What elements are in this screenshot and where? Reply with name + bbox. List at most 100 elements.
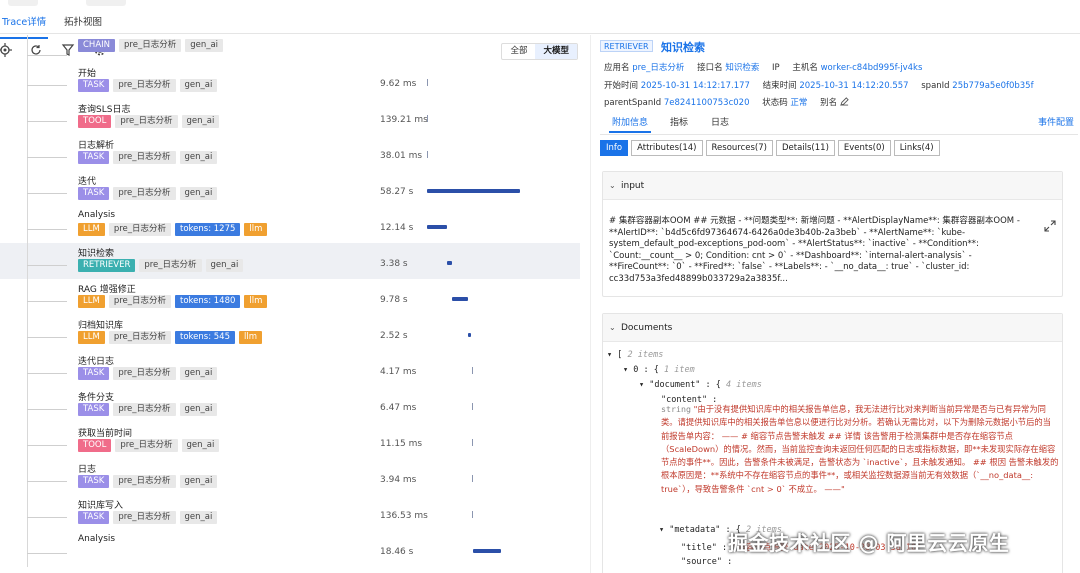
pill-links[interactable]: Links(4) [893,140,940,156]
span-row[interactable]: 获取当前时间 TOOL pre_日志分析 gen_ai 11.15 ms [0,423,580,459]
scroll-remnant [8,0,38,6]
span-row[interactable]: Analysis 18.46 s [0,531,580,567]
span-row[interactable]: 查询SLS日志 TOOL pre_日志分析 gen_ai 139.21 ms [0,99,580,135]
token-count-tag: tokens: 545 [175,331,235,344]
span-kind-tag: TASK [78,511,110,524]
expand-icon[interactable] [1044,220,1056,232]
span-row[interactable]: 条件分支 TASK pre_日志分析 gen_ai 6.47 ms [0,387,580,423]
span-tags: LLM pre_日志分析 tokens: 1480 llm [78,295,268,308]
span-attr-tag: gen_ai [179,511,218,524]
tree-branch-line [27,445,67,446]
timeline-tick [472,511,473,518]
timeline-tick [427,151,428,158]
span-kind-tag: TASK [78,475,110,488]
span-name: 条件分支 [78,393,115,403]
span-attr-tag: gen_ai [179,79,218,92]
span-kind-tag: TASK [78,151,110,164]
top-tab-bar: Trace详情 拓扑视图 [0,0,1080,39]
span-attr-tag: pre_日志分析 [119,39,182,52]
span-tags: RETRIEVER pre_日志分析 gen_ai [78,259,244,272]
span-duration: 38.01 ms [380,151,423,161]
pill-attributes[interactable]: Attributes(14) [631,140,703,156]
span-tags: TASK pre_日志分析 gen_ai [78,511,218,524]
timeline-tick [472,439,473,446]
span-row[interactable]: 迭代日志 TASK pre_日志分析 gen_ai 4.17 ms [0,351,580,387]
tree-guide-line [27,495,28,531]
chevron-down-icon: ⌄ [609,323,616,332]
span-name: 开始 [78,69,97,79]
span-duration: 3.94 ms [380,475,417,485]
span-row[interactable]: 日志解析 TASK pre_日志分析 gen_ai 38.01 ms [0,135,580,171]
span-duration: 12.14 s [380,223,414,233]
parent-span-id[interactable]: 7e8241100753c020 [664,98,750,108]
pill-details[interactable]: Details(11) [775,140,835,156]
host-name[interactable]: worker-c84bd995f-jv4ks [821,63,923,73]
json-source-line: "source" : [681,557,733,567]
span-row[interactable]: 开始 TASK pre_日志分析 gen_ai 9.62 ms [0,63,580,99]
span-row[interactable]: RAG 增强修正 LLM pre_日志分析 tokens: 1480 llm 9.78 s [0,279,580,315]
input-text: # 集群容器副本OOM ## 元数据 - **问题类型**: 新增问题 - **… [609,216,1020,284]
span-attr-tag: pre_日志分析 [108,295,171,308]
edit-icon[interactable] [840,97,849,106]
span-duration: 9.62 ms [380,79,417,89]
span-name: 迭代 [78,177,97,187]
span-row[interactable]: 知识库写入 TASK pre_日志分析 gen_ai 136.53 ms [0,495,580,531]
detail-subtabs: 附加信息 指标 日志 [600,115,1078,135]
json-item-line[interactable]: ▾ 0 : { 1 item [623,365,695,375]
input-panel-header[interactable]: ⌄ input [603,172,1062,200]
span-duration: 11.15 ms [380,439,423,449]
timeline-tick [427,115,428,122]
timeline-bar [472,549,502,553]
tab-topology[interactable]: 拓扑视图 [64,14,102,28]
timeline-bar [427,225,447,229]
span-row[interactable]: 知识检索 RETRIEVER pre_日志分析 gen_ai 3.38 s [0,243,580,279]
span-duration: 2.52 s [380,331,408,341]
span-row[interactable]: 日志 TASK pre_日志分析 gen_ai 3.94 ms [0,459,580,495]
span-title: 知识检索 [661,41,705,54]
app-name[interactable]: pre_日志分析 [632,63,684,73]
span-tags: TASK pre_日志分析 gen_ai [78,151,218,164]
span-duration: 18.46 s [380,547,414,557]
tree-branch-line [27,337,67,338]
subtab-metrics[interactable]: 指标 [670,115,688,128]
pill-info[interactable]: Info [600,140,629,156]
span-duration: 3.38 s [380,259,408,269]
subtab-logs[interactable]: 日志 [711,115,729,128]
span-row[interactable]: 迭代 TASK pre_日志分析 gen_ai 58.27 s [0,171,580,207]
watermark: 掘金技术社区 @ 阿里云云原生 [728,531,1010,555]
span-attr-tag: gen_ai [179,151,218,164]
span-kind-tag: LLM [78,223,105,236]
subtab-extra-info[interactable]: 附加信息 [608,115,652,133]
span-row[interactable]: 归档知识库 LLM pre_日志分析 tokens: 545 llm 2.52 s [0,315,580,351]
span-tags: TASK pre_日志分析 gen_ai [78,187,218,200]
tree-branch-line [27,409,67,410]
pill-resources[interactable]: Resources(7) [705,140,773,156]
span-duration: 58.27 s [380,187,414,197]
span-id[interactable]: 25b779a5e0f0b35f [952,81,1033,91]
llm-tag: llm [239,331,263,344]
documents-panel-header[interactable]: ⌄ Documents [603,314,1062,342]
span-duration: 136.53 ms [380,511,428,521]
interface-name[interactable]: 知识检索 [725,63,759,73]
timeline-tick [472,403,473,410]
span-row[interactable]: Analysis LLM pre_日志分析 tokens: 1275 llm 12.14 … [0,207,580,243]
pill-events[interactable]: Events(0) [837,140,891,156]
tree-branch-line [27,301,67,302]
timeline-tick [427,79,428,86]
span-attr-tag: pre_日志分析 [113,367,176,380]
json-document-line[interactable]: ▾ "document" : { 4 items [639,380,762,390]
caret-down-icon: ▾ [659,525,665,535]
span-duration: 4.17 ms [380,367,417,377]
event-config-link[interactable]: 事件配置 [1038,115,1074,128]
tree-guide-line [27,243,28,279]
tree-branch-line [27,55,67,56]
tree-branch-line [27,121,67,122]
token-count-tag: tokens: 1275 [175,223,241,236]
tab-trace-detail[interactable]: Trace详情 [0,14,49,39]
json-root-line[interactable]: ▾ [ 2 items [607,350,663,360]
span-tags: TOOL pre_日志分析 gen_ai [78,439,220,452]
span-name: Analysis [78,210,116,220]
span-attr-tag: pre_日志分析 [115,115,178,128]
timeline-bar [451,297,468,301]
span-tags: CHAIN pre_日志分析 gen_ai [78,39,224,52]
